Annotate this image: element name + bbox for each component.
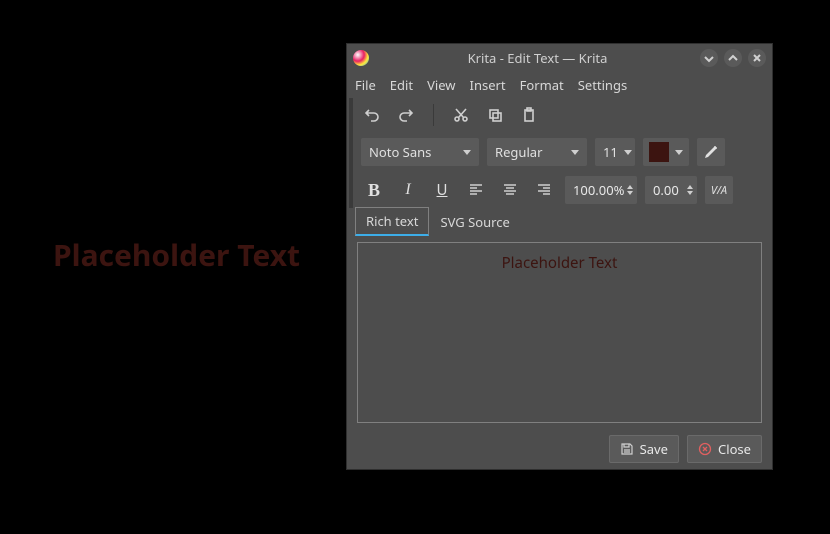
- font-weight-value: Regular: [495, 143, 565, 161]
- menu-edit[interactable]: Edit: [390, 76, 413, 94]
- cut-icon[interactable]: [450, 104, 472, 126]
- window-title: Krita - Edit Text — Krita: [375, 49, 700, 67]
- tab-svg-source[interactable]: SVG Source: [429, 208, 520, 236]
- edit-toolbar: [349, 98, 772, 132]
- chevron-down-icon: [675, 150, 683, 155]
- save-button[interactable]: Save: [609, 435, 679, 463]
- chevron-down-icon: [571, 150, 579, 155]
- close-button[interactable]: Close: [687, 435, 762, 463]
- spin-up-icon[interactable]: [627, 185, 633, 189]
- font-size-dropdown[interactable]: 11: [595, 138, 635, 166]
- align-left-button[interactable]: [463, 177, 489, 203]
- menu-insert[interactable]: Insert: [470, 76, 506, 94]
- font-family-value: Noto Sans: [369, 143, 457, 161]
- menu-settings[interactable]: Settings: [578, 76, 627, 94]
- line-height-spinbox[interactable]: 100.00%: [565, 176, 637, 204]
- chevron-down-icon: [624, 150, 632, 155]
- titlebar[interactable]: Krita - Edit Text — Krita: [347, 44, 772, 72]
- italic-button[interactable]: I: [395, 177, 421, 203]
- window-maximize-button[interactable]: [724, 49, 742, 67]
- menubar: File Edit View Insert Format Settings: [347, 72, 772, 98]
- align-right-button[interactable]: [531, 177, 557, 203]
- font-family-dropdown[interactable]: Noto Sans: [361, 138, 479, 166]
- editor-text-content[interactable]: Placeholder Text: [368, 253, 751, 273]
- tab-rich-text[interactable]: Rich text: [355, 207, 429, 236]
- font-size-value: 11: [603, 143, 618, 161]
- editor-tabs: Rich text SVG Source: [347, 208, 772, 236]
- close-label: Close: [718, 440, 751, 458]
- letter-spacing-value: 0.00: [653, 181, 687, 199]
- window-minimize-button[interactable]: [700, 49, 718, 67]
- save-icon: [620, 442, 634, 456]
- chevron-down-icon: [463, 150, 471, 155]
- close-icon: [698, 442, 712, 456]
- format-toolbar: B I U 100.00% 0.00 V/A: [349, 172, 772, 208]
- text-editor-area[interactable]: Placeholder Text: [357, 242, 762, 423]
- undo-icon[interactable]: [361, 104, 383, 126]
- redo-icon[interactable]: [395, 104, 417, 126]
- copy-icon[interactable]: [484, 104, 506, 126]
- font-color-dropdown[interactable]: [643, 138, 689, 166]
- krita-app-icon: [353, 50, 369, 66]
- menu-format[interactable]: Format: [520, 76, 564, 94]
- save-label: Save: [640, 440, 668, 458]
- canvas-placeholder-text: Placeholder Text: [53, 234, 300, 275]
- dialog-footer: Save Close: [347, 429, 772, 469]
- window-close-button[interactable]: [748, 49, 766, 67]
- menu-file[interactable]: File: [355, 76, 376, 94]
- align-center-button[interactable]: [497, 177, 523, 203]
- toolbar-separator: [433, 104, 434, 126]
- color-picker-button[interactable]: [697, 138, 725, 166]
- kerning-button[interactable]: V/A: [705, 176, 733, 204]
- bold-button[interactable]: B: [361, 177, 387, 203]
- underline-button[interactable]: U: [429, 177, 455, 203]
- font-weight-dropdown[interactable]: Regular: [487, 138, 587, 166]
- menu-view[interactable]: View: [427, 76, 455, 94]
- spin-down-icon[interactable]: [627, 191, 633, 195]
- spin-down-icon[interactable]: [687, 191, 693, 195]
- font-toolbar: Noto Sans Regular 11: [349, 132, 772, 172]
- paste-icon[interactable]: [518, 104, 540, 126]
- edit-text-window: Krita - Edit Text — Krita File Edit View…: [346, 43, 773, 470]
- color-swatch: [649, 142, 669, 162]
- line-height-value: 100.00%: [573, 181, 627, 199]
- letter-spacing-spinbox[interactable]: 0.00: [645, 176, 697, 204]
- spin-up-icon[interactable]: [687, 185, 693, 189]
